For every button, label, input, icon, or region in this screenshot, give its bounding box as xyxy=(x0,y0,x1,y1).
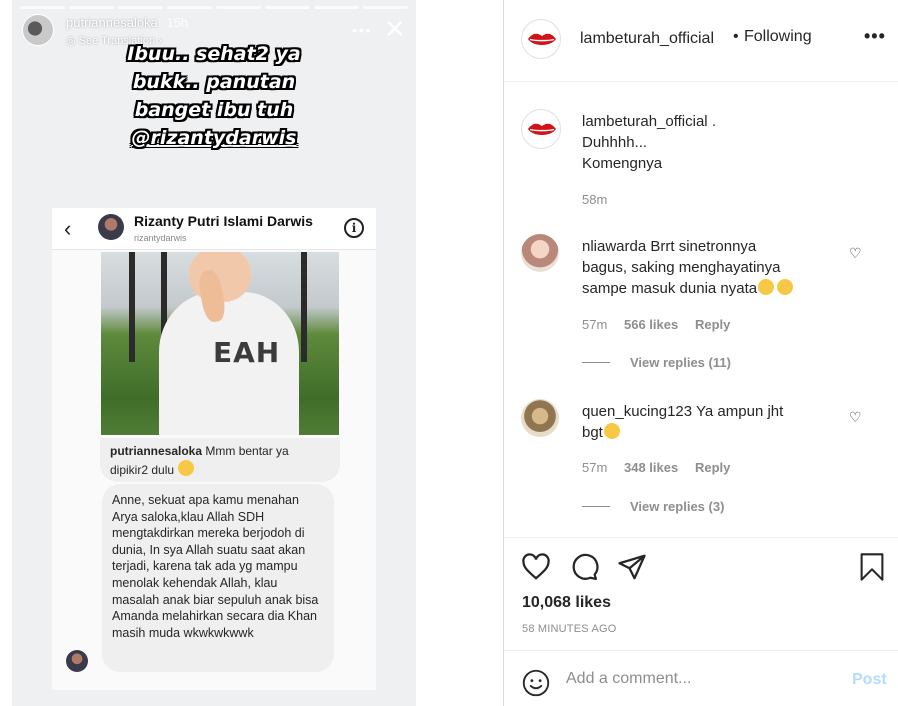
story-more-icon[interactable]: ••• xyxy=(352,22,373,38)
laughing-emoji-icon xyxy=(777,279,794,295)
comment-line: bgt xyxy=(582,422,620,443)
replies-divider xyxy=(582,362,610,363)
comment-text: bgt xyxy=(582,424,603,441)
story-time: 15h xyxy=(166,15,188,30)
comment-likes[interactable]: 566 likes xyxy=(624,317,678,332)
story-progress-bar xyxy=(20,6,408,9)
comment-like-heart-icon[interactable]: ♡ xyxy=(849,245,862,262)
caption-line-3: Komengnya xyxy=(582,155,663,172)
dm-sender-avatar xyxy=(66,650,88,672)
comment-username[interactable]: nliawarda xyxy=(582,238,646,255)
info-icon: i xyxy=(344,218,364,238)
comment-icon[interactable] xyxy=(569,552,599,582)
story-caption-line: bukk.. panutan xyxy=(132,71,296,93)
caption-time: 58m xyxy=(582,192,608,207)
close-icon[interactable]: ✕ xyxy=(384,16,406,42)
post-author-username[interactable]: lambeturah_official xyxy=(580,30,714,48)
comment-line: nliawarda Brrt sinetronnya xyxy=(582,236,756,257)
share-icon[interactable] xyxy=(617,552,647,582)
lips-logo-icon[interactable] xyxy=(521,109,561,149)
heart-icon[interactable] xyxy=(521,552,551,582)
post-actions: 10,068 likes 58 MINUTES AGO xyxy=(504,537,898,649)
comment-likes[interactable]: 348 likes xyxy=(624,460,678,475)
story-screenshot: putriannesaloka 15h ◎ See Translation › … xyxy=(0,0,503,706)
dm-reply-bubble: putriannesaloka Mmm bentar ya dipikir2 d… xyxy=(100,438,340,482)
dm-contact-avatar xyxy=(98,214,124,240)
smile-icon[interactable] xyxy=(522,669,550,697)
dm-shared-photo: EAH xyxy=(101,252,339,435)
dm-screenshot: ‹ Rizanty Putri Islami Darwis rizantydar… xyxy=(52,208,376,690)
story-mention[interactable]: @rizantydarwis xyxy=(12,124,416,152)
story-frame: putriannesaloka 15h ◎ See Translation › … xyxy=(12,0,416,706)
bookmark-icon[interactable] xyxy=(858,552,886,582)
comment-text: Ya ampun jht xyxy=(696,403,784,420)
shirt-text: EAH xyxy=(213,336,281,369)
story-caption: Ibuu.. sehat2 ya bukk.. panutan banget i… xyxy=(12,40,416,152)
post-header: lambeturah_official • Following ••• xyxy=(504,0,898,82)
post-timestamp: 58 MINUTES AGO xyxy=(522,623,617,635)
header-dot: • xyxy=(733,28,739,45)
back-arrow-icon: ‹ xyxy=(64,216,72,241)
dm-contact-handle: rizantydarwis xyxy=(134,233,187,243)
comment-time: 57m xyxy=(582,460,608,475)
caption-username[interactable]: lambeturah_official xyxy=(582,113,708,130)
more-icon[interactable]: ••• xyxy=(864,26,886,47)
comment-line: quen_kucing123 Ya ampun jht xyxy=(582,401,783,422)
comment-reply-button[interactable]: Reply xyxy=(695,460,730,475)
story-caption-line: banget ibu tuh xyxy=(134,99,294,121)
comment-avatar[interactable] xyxy=(521,234,559,272)
comment-time: 57m xyxy=(582,317,608,332)
add-comment-bar: Post xyxy=(504,650,898,706)
story-username[interactable]: putriannesaloka xyxy=(66,15,158,30)
likes-count[interactable]: 10,068 likes xyxy=(522,594,611,612)
comment-avatar[interactable] xyxy=(521,399,559,437)
comment-like-heart-icon[interactable]: ♡ xyxy=(849,409,862,426)
comment-text: Brrt sinetronnya xyxy=(650,238,757,255)
view-replies-button[interactable]: View replies (11) xyxy=(630,355,731,370)
thinking-emoji-icon xyxy=(178,460,195,476)
caption-text: . xyxy=(711,113,716,130)
comments-section: lambeturah_official . Duhhhh... Komengny… xyxy=(504,83,898,537)
comment-line: sampe masuk dunia nyata xyxy=(582,278,794,299)
comment-reply-button[interactable]: Reply xyxy=(695,317,730,332)
view-replies-button[interactable]: View replies (3) xyxy=(630,499,724,514)
following-button[interactable]: Following xyxy=(744,28,812,46)
comment-text: sampe masuk dunia nyata xyxy=(582,280,758,297)
caption-line-2: Duhhhh... xyxy=(582,134,648,151)
comment-input[interactable] xyxy=(566,667,836,691)
dm-reply-user: putriannesaloka xyxy=(110,444,203,458)
comment-username[interactable]: quen_kucing123 xyxy=(582,403,692,420)
story-caption-line: Ibuu.. sehat2 ya xyxy=(127,43,301,65)
dm-contact-name: Rizanty Putri Islami Darwis xyxy=(134,213,313,229)
comment-line: bagus, saking menghayatinya xyxy=(582,259,781,276)
dm-message-bubble: Anne, sekuat apa kamu menahan Arya salok… xyxy=(102,484,334,672)
laughing-emoji-icon xyxy=(758,279,775,295)
caption-line-1: lambeturah_official . xyxy=(582,111,716,132)
frowning-emoji-icon xyxy=(603,423,620,439)
dm-header: ‹ Rizanty Putri Islami Darwis rizantydar… xyxy=(52,208,376,250)
replies-divider xyxy=(582,506,610,507)
post-comment-button[interactable]: Post xyxy=(852,671,887,689)
lips-logo-icon[interactable] xyxy=(521,19,561,59)
post-panel: lambeturah_official • Following ••• lamb… xyxy=(504,0,898,706)
